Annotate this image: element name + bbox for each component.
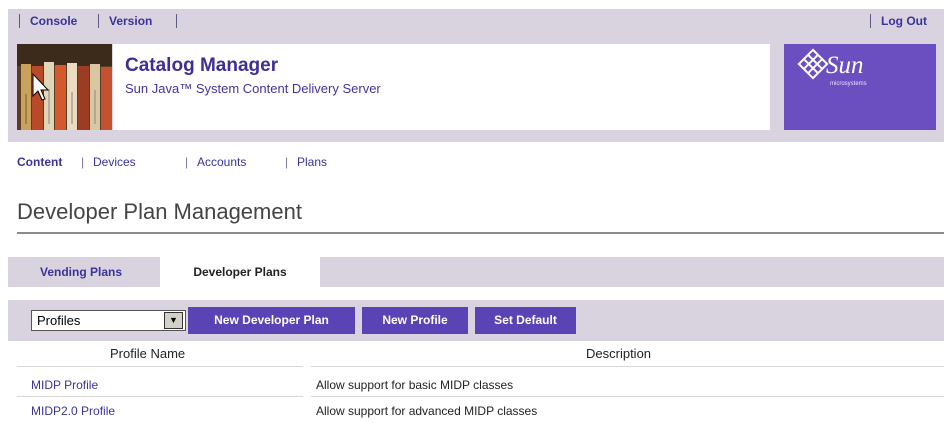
nav-plans[interactable]: Plans bbox=[297, 154, 327, 170]
console-link[interactable]: Console bbox=[30, 13, 77, 29]
new-developer-plan-button[interactable]: New Developer Plan bbox=[188, 307, 355, 334]
profiles-select-value: Profiles bbox=[37, 313, 81, 328]
profile-description: Allow support for advanced MIDP classes bbox=[316, 404, 538, 418]
new-profile-button[interactable]: New Profile bbox=[362, 307, 468, 334]
nav-separator: | bbox=[185, 155, 189, 169]
nav-devices[interactable]: Devices bbox=[93, 154, 136, 170]
app-subtitle: Sun Java™ System Content Delivery Server bbox=[125, 81, 381, 96]
sun-logo-subtext: microsystems bbox=[830, 81, 867, 87]
tab-strip bbox=[8, 257, 944, 287]
logout-link[interactable]: Log Out bbox=[881, 13, 927, 29]
profile-name-link[interactable]: MIDP Profile bbox=[31, 378, 98, 392]
books-image bbox=[17, 44, 112, 130]
nav-accounts[interactable]: Accounts bbox=[197, 154, 246, 170]
page-title: Developer Plan Management bbox=[17, 199, 302, 224]
chevron-down-icon[interactable]: ▼ bbox=[164, 312, 183, 329]
app-title: Catalog Manager bbox=[125, 55, 279, 76]
profile-name-link[interactable]: MIDP2.0 Profile bbox=[31, 404, 115, 418]
separator bbox=[19, 14, 20, 28]
row-divider bbox=[17, 396, 303, 397]
column-header-description: Description bbox=[586, 346, 652, 361]
column-header-profile-name: Profile Name bbox=[110, 346, 186, 361]
sun-logo-word: Sun bbox=[826, 52, 864, 79]
separator bbox=[98, 14, 99, 28]
row-divider bbox=[17, 366, 303, 367]
title-divider bbox=[17, 232, 944, 234]
separator bbox=[176, 14, 177, 28]
tab-developer-plans[interactable]: Developer Plans bbox=[160, 257, 320, 287]
row-divider bbox=[311, 396, 944, 397]
nav-separator: | bbox=[81, 155, 85, 169]
set-default-button[interactable]: Set Default bbox=[475, 307, 576, 334]
row-divider bbox=[311, 366, 944, 367]
nav-separator: | bbox=[285, 155, 289, 169]
separator bbox=[870, 14, 871, 28]
nav-content[interactable]: Content bbox=[17, 154, 62, 170]
tab-vending-plans[interactable]: Vending Plans bbox=[17, 257, 145, 287]
version-link[interactable]: Version bbox=[109, 13, 152, 29]
profile-description: Allow support for basic MIDP classes bbox=[316, 378, 514, 392]
